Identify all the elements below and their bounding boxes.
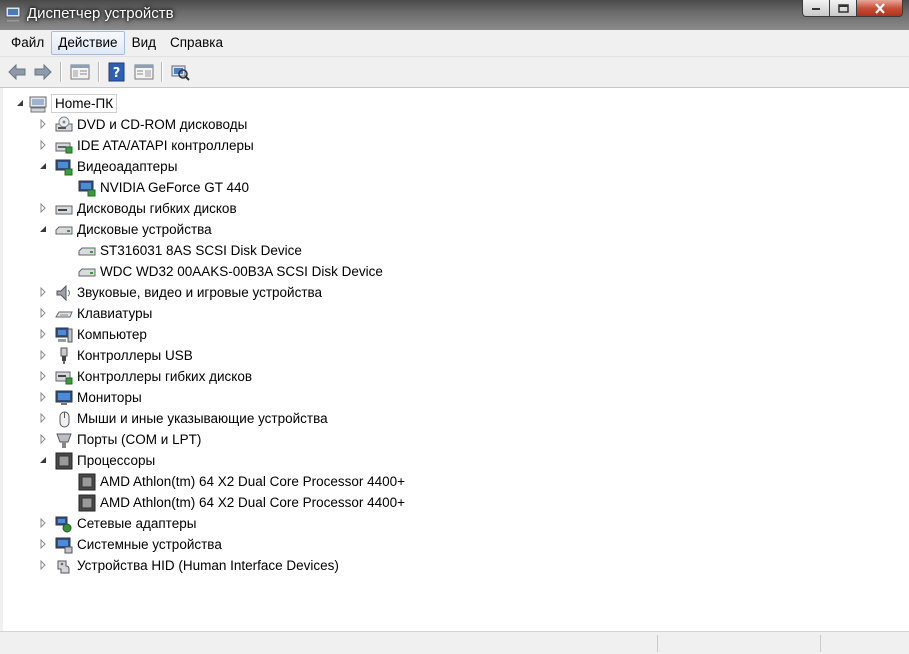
floppy-drive-icon xyxy=(55,205,73,215)
tree-category-label: Компьютер xyxy=(77,327,147,342)
network-adapter-icon xyxy=(55,516,72,533)
expand-arrow-icon[interactable] xyxy=(38,434,48,444)
ide-controller-icon xyxy=(55,142,73,154)
status-bar-section xyxy=(820,635,907,652)
forward-arrow-icon[interactable] xyxy=(32,62,54,82)
minimize-icon xyxy=(812,8,820,10)
expand-arrow-icon[interactable] xyxy=(38,119,48,129)
expand-arrow-icon[interactable] xyxy=(38,371,48,381)
tree-device-label: AMD Athlon(tm) 64 X2 Dual Core Processor… xyxy=(100,474,406,489)
tree-category-label: Устройства HID (Human Interface Devices) xyxy=(77,558,339,573)
expand-arrow-icon[interactable] xyxy=(38,413,48,423)
device-manager-icon xyxy=(5,6,21,22)
hid-icon xyxy=(57,560,70,574)
menu-bar: Файл Действие Вид Справка xyxy=(0,30,909,57)
back-arrow-icon[interactable] xyxy=(6,62,28,82)
usb-icon xyxy=(60,347,68,364)
processor-icon xyxy=(55,452,73,470)
maximize-icon xyxy=(837,3,849,13)
tree-category-label: Процессоры xyxy=(77,453,156,468)
tree-category-label: Порты (COM и LPT) xyxy=(77,432,202,447)
menu-help[interactable]: Справка xyxy=(163,31,230,55)
monitor-icon xyxy=(55,390,73,405)
display-adapter-icon xyxy=(78,180,96,197)
tree-category-label: Сетевые адаптеры xyxy=(77,516,197,531)
tree-device-label: WDC WD32 00AAKS-00B3A SCSI Disk Device xyxy=(100,264,383,279)
status-bar-section xyxy=(657,635,820,652)
floppy-controller-icon xyxy=(55,371,73,385)
expand-arrow-icon[interactable] xyxy=(38,350,48,360)
title-bar[interactable]: Диспетчер устройств xyxy=(0,0,909,30)
expand-arrow-icon[interactable] xyxy=(38,287,48,297)
disk-drive-icon xyxy=(78,247,96,256)
status-bar xyxy=(0,631,909,654)
svg-text:?: ? xyxy=(113,66,121,81)
properties-pane-icon[interactable] xyxy=(69,62,91,82)
system-device-icon xyxy=(55,537,73,554)
dvd-drive-icon xyxy=(55,116,73,132)
close-icon xyxy=(874,2,885,14)
scan-hardware-icon[interactable] xyxy=(169,62,191,82)
tree-category-label: Системные устройства xyxy=(77,537,222,552)
expand-arrow-icon[interactable] xyxy=(38,518,48,528)
tree-category-label: Видеоадаптеры xyxy=(77,159,178,174)
port-icon xyxy=(56,433,72,448)
tree-device-label: AMD Athlon(tm) 64 X2 Dual Core Processor… xyxy=(100,495,406,510)
collapse-arrow-icon[interactable] xyxy=(38,224,48,234)
device-tree: Home-ПК DVD и CD-ROM дисководы IDE ATA/A… xyxy=(0,88,909,631)
tree-category-label: Мыши и иные указывающие устройства xyxy=(77,411,328,426)
expand-arrow-icon[interactable] xyxy=(38,392,48,402)
expand-arrow-icon[interactable] xyxy=(38,560,48,570)
tree-device-label: ST316031 8AS SCSI Disk Device xyxy=(100,243,302,258)
computer-icon xyxy=(29,96,47,113)
expand-arrow-icon[interactable] xyxy=(38,329,48,339)
console-tree-icon[interactable] xyxy=(133,62,155,82)
computer-icon xyxy=(55,327,73,343)
maximize-button[interactable] xyxy=(830,0,857,17)
help-icon[interactable]: ? xyxy=(106,62,128,82)
tree-category-label: Контроллеры USB xyxy=(77,348,193,363)
processor-icon xyxy=(78,494,96,512)
tree-category-label: Мониторы xyxy=(77,390,142,405)
tree-root-label: Home-ПК xyxy=(51,94,118,113)
collapse-arrow-icon[interactable] xyxy=(38,455,48,465)
tree-category-label: IDE ATA/ATAPI контроллеры xyxy=(77,138,254,153)
speaker-icon xyxy=(56,284,70,302)
tree-category-label: DVD и CD-ROM дисководы xyxy=(77,117,248,132)
tree-device-label: NVIDIA GeForce GT 440 xyxy=(100,180,250,195)
mouse-icon xyxy=(59,411,70,428)
tree-category-label: Звуковые, видео и игровые устройства xyxy=(77,285,323,300)
disk-drive-icon xyxy=(78,268,96,277)
minimize-button[interactable] xyxy=(802,0,830,17)
tree-category-label: Контроллеры гибких дисков xyxy=(77,369,253,384)
expand-arrow-icon[interactable] xyxy=(38,308,48,318)
expand-arrow-icon[interactable] xyxy=(38,203,48,213)
disk-drive-icon xyxy=(55,226,73,235)
collapse-arrow-icon[interactable] xyxy=(38,161,48,171)
close-button[interactable] xyxy=(857,0,903,17)
collapse-arrow-icon[interactable] xyxy=(15,98,25,108)
expand-arrow-icon[interactable] xyxy=(38,140,48,150)
menu-file[interactable]: Файл xyxy=(4,31,51,55)
menu-view[interactable]: Вид xyxy=(125,31,163,55)
window-title: Диспетчер устройств xyxy=(27,5,174,22)
expand-arrow-icon[interactable] xyxy=(38,539,48,549)
toolbar: ? xyxy=(0,57,909,88)
keyboard-icon xyxy=(55,311,73,318)
display-adapter-icon xyxy=(55,159,73,176)
processor-icon xyxy=(78,473,96,491)
tree-category-label: Клавиатуры xyxy=(77,306,153,321)
tree-category-label: Дисковые устройства xyxy=(77,222,212,237)
menu-action[interactable]: Действие xyxy=(51,31,125,55)
tree-category-label: Дисководы гибких дисков xyxy=(77,201,237,216)
